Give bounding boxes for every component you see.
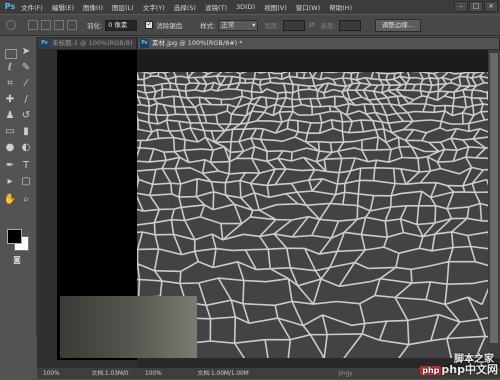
menu-select[interactable]: 选择(S)	[174, 2, 196, 12]
menu-3d[interactable]: 3D(D)	[236, 3, 255, 11]
watermark-brand: 脚本之家	[454, 354, 494, 365]
zoom-level[interactable]: 100%	[43, 371, 60, 377]
height-input[interactable]	[338, 19, 361, 31]
gradient-icon[interactable]: ▮	[19, 125, 33, 139]
pen-icon[interactable]: ✒	[3, 159, 17, 173]
tools-panel: ➤ ℓ ✎ ⌗ ⁄ ✚ / ♟ ↺ ▭ ▮ ● ◐ ✒ T ▸ ▢ ✋ ⌕ ◙	[0, 37, 37, 337]
watermark-url: jingy	[338, 371, 353, 377]
menu-type[interactable]: 文字(Y)	[143, 2, 165, 12]
feather-label: 羽化:	[87, 22, 103, 30]
style-value: 正常	[221, 20, 235, 29]
style-select[interactable]: 正常 ▾	[218, 19, 259, 31]
dragged-selection-preview	[60, 296, 197, 358]
status-bar-untitled: 100% 文档:1.03M/0	[37, 367, 137, 379]
menu-help[interactable]: 帮助(H)	[329, 2, 352, 12]
foreground-color-swatch[interactable]	[7, 229, 22, 244]
feather-input[interactable]: 0 像素	[105, 19, 138, 31]
clone-stamp-icon[interactable]: ♟	[3, 109, 17, 123]
menu-edit[interactable]: 编辑(E)	[52, 2, 74, 12]
minimize-button[interactable]: –	[454, 1, 468, 12]
menu-image[interactable]: 图像(I)	[83, 2, 103, 12]
options-bar: 羽化: 0 像素 ✓ 消除锯齿 样式: 正常 ▾ 宽度: ⇄ 高度: 调整边缘.…	[0, 14, 500, 36]
move-icon[interactable]: ➤	[19, 45, 33, 59]
quick-select-icon[interactable]: ✎	[19, 61, 33, 75]
menu-filter[interactable]: 滤镜(T)	[205, 2, 227, 12]
lasso-icon[interactable]: ℓ	[3, 61, 17, 75]
blur-icon[interactable]: ●	[3, 141, 17, 155]
hand-icon[interactable]: ✋	[3, 193, 17, 207]
shape-icon[interactable]: ▢	[19, 175, 33, 189]
path-select-icon[interactable]: ▸	[3, 175, 17, 189]
tab-untitled-label: 未标题-1 @ 100%(RGB/8)	[52, 39, 133, 47]
swap-icon[interactable]: ⇄	[309, 21, 315, 29]
add-selection-icon[interactable]	[41, 20, 51, 30]
window-controls: – □ ×	[454, 1, 498, 12]
ps-doc-icon: Ps	[140, 39, 149, 48]
rect-marquee-icon[interactable]	[5, 49, 17, 59]
tab-untitled[interactable]: Ps 未标题-1 @ 100%(RGB/8)	[37, 37, 137, 50]
history-brush-icon[interactable]: ↺	[19, 109, 33, 123]
eyedropper-icon[interactable]: ⁄	[19, 77, 33, 91]
marquee-preset-icon[interactable]	[6, 20, 16, 30]
menu-bar: Ps 文件(F) 编辑(E) 图像(I) 图层(L) 文字(Y) 选择(S) 滤…	[0, 0, 500, 14]
quick-mask-icon[interactable]: ◙	[10, 253, 24, 267]
close-button[interactable]: ×	[484, 1, 498, 12]
menu-layer[interactable]: 图层(L)	[112, 2, 134, 12]
doc-info: 文档:1.03M/0	[91, 371, 129, 377]
tab-material[interactable]: Ps 素材.jpg @ 100%(RGB/8#) *	[137, 37, 500, 50]
maximize-button[interactable]: □	[469, 1, 483, 12]
tab-material-label: 素材.jpg @ 100%(RGB/8#) *	[152, 39, 243, 47]
subtract-selection-icon[interactable]	[54, 20, 64, 30]
menu-view[interactable]: 视图(V)	[264, 2, 287, 12]
width-input[interactable]	[282, 19, 305, 31]
style-label: 样式:	[200, 22, 216, 30]
eraser-icon[interactable]: ▭	[3, 125, 17, 139]
menu-window[interactable]: 窗口(W)	[296, 2, 321, 12]
antialias-label: 消除锯齿	[156, 22, 183, 30]
chevron-down-icon: ▾	[252, 20, 256, 29]
zoom-icon[interactable]: ⌕	[19, 193, 33, 207]
antialias-checkbox[interactable]: ✓	[145, 21, 154, 29]
intersect-selection-icon[interactable]	[67, 20, 77, 30]
menu-file[interactable]: 文件(F)	[21, 2, 43, 12]
photoshop-logo: Ps	[4, 2, 16, 11]
dodge-icon[interactable]: ◐	[19, 141, 33, 155]
php-logo-badge: php	[420, 366, 442, 375]
ps-doc-icon: Ps	[40, 39, 49, 48]
refine-edge-button[interactable]: 调整边缘...	[374, 18, 421, 32]
width-label: 宽度:	[264, 22, 280, 30]
zoom-level[interactable]: 100%	[145, 371, 162, 377]
healing-brush-icon[interactable]: ✚	[3, 93, 17, 107]
new-selection-icon[interactable]	[28, 20, 38, 30]
doc-info: 文档:1.00M/1.00M	[197, 371, 249, 377]
height-label: 高度:	[320, 22, 336, 30]
crop-icon[interactable]: ⌗	[3, 77, 17, 91]
scrollbar-thumb[interactable]	[490, 53, 498, 343]
brush-icon[interactable]: /	[19, 93, 33, 107]
type-icon[interactable]: T	[19, 159, 33, 173]
canvas-top-strip	[137, 50, 500, 72]
